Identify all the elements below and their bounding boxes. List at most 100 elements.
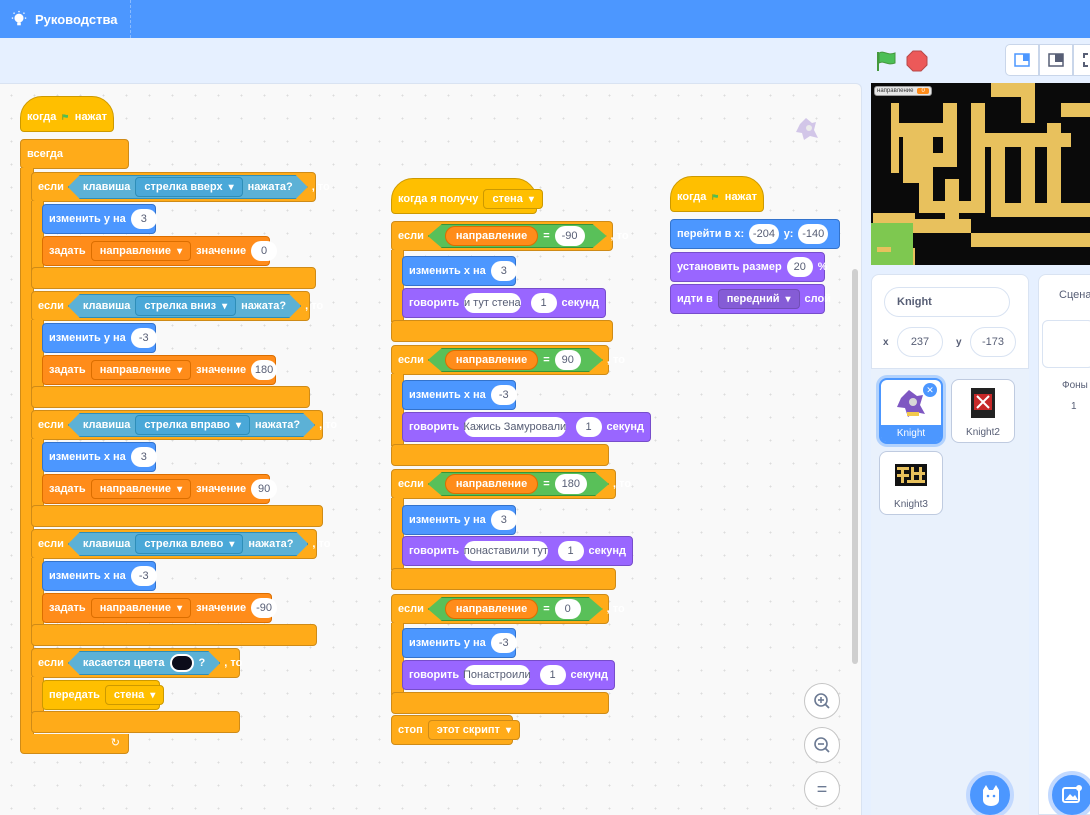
stage-thumbnail[interactable] [1042,320,1090,368]
zoom-in-button[interactable] [804,683,840,719]
equals-operator[interactable]: направление = 0 [428,597,603,621]
broadcast-block[interactable]: передать стена [42,680,165,710]
set-variable-block[interactable]: задать направление значение 180 [42,355,278,385]
small-stage-button[interactable] [1005,44,1039,76]
say-for-secs-block[interactable]: говорить Понастроили 1 секунд [402,660,615,690]
choose-backdrop-button[interactable] [1048,771,1090,815]
change-y-block[interactable]: изменить y на 3 [42,204,157,234]
message-dropdown[interactable]: стена [104,685,165,705]
variable-reporter[interactable]: направление [445,599,538,619]
number-input[interactable]: -3 [490,385,517,405]
stop-block[interactable]: стоп этот скрипт [391,715,520,745]
change-x-block[interactable]: изменить x на 3 [402,256,517,286]
value-input[interactable]: 180 [251,360,278,380]
if-key-up-block[interactable]: если клавиша стрелка вверх нажата? , то [31,172,330,202]
if-key-left-block[interactable]: если клавиша стрелка влево нажата? , то [31,529,331,559]
zoom-reset-button[interactable]: = [804,771,840,807]
key-dropdown[interactable]: стрелка вправо [135,415,250,435]
key-pressed-condition[interactable]: клавиша стрелка вниз нажата? [68,294,301,318]
sprite-thumbnail[interactable]: ✕ Knight [879,378,943,444]
fullscreen-button[interactable] [1073,44,1090,76]
code-vertical-scrollbar[interactable] [852,269,858,664]
color-swatch[interactable] [170,654,194,672]
number-input[interactable]: 3 [130,209,157,229]
touching-color-condition[interactable]: касается цвета ? [68,651,220,675]
number-input[interactable]: 3 [490,261,517,281]
key-dropdown[interactable]: стрелка вверх [135,177,242,197]
value-input[interactable]: 90 [251,479,278,499]
change-x-block[interactable]: изменить x на -3 [42,561,157,591]
number-input[interactable]: 3 [490,510,517,530]
normal-stage-button[interactable] [1039,44,1073,76]
stage-canvas[interactable]: направление 0 [871,83,1090,265]
if-touching-color-block[interactable]: если касается цвета ? , то [31,648,242,678]
when-flag-clicked-block[interactable]: когда нажат [20,96,114,132]
variable-reporter[interactable]: направление [445,474,538,494]
secs-input[interactable]: 1 [539,665,566,685]
number-input[interactable]: -3 [130,566,157,586]
sprite-x-input[interactable]: 237 [897,327,943,357]
change-y-block[interactable]: изменить y на -3 [402,628,517,658]
message-dropdown[interactable]: стена [483,189,543,209]
choose-sprite-button[interactable] [966,771,1014,815]
change-y-block[interactable]: изменить y на 3 [402,505,517,535]
say-text-input[interactable]: понаставили тут [464,541,548,561]
say-for-secs-block[interactable]: говорить Кажись Замуровали 1 секунд [402,412,651,442]
if-direction-block[interactable]: если направление = 0 , то [391,594,625,624]
code-area[interactable]: когда нажат всегда ↻ если клавиша стрелк… [0,83,862,815]
if-direction-block[interactable]: если направление = 180 , то [391,469,631,499]
sprite-thumbnail[interactable]: Knight3 [879,451,943,515]
sprite-thumbnail[interactable]: Knight2 [951,379,1015,443]
variable-monitor[interactable]: направление 0 [874,86,932,96]
variable-reporter[interactable]: направление [445,350,538,370]
variable-reporter[interactable]: направление [445,226,538,246]
stop-option-dropdown[interactable]: этот скрипт [427,720,520,740]
zoom-out-button[interactable] [804,727,840,763]
value-input[interactable]: -90 [251,598,278,618]
set-variable-block[interactable]: задать направление значение 0 [42,236,278,266]
if-key-right-block[interactable]: если клавиша стрелка вправо нажата? , то [31,410,337,440]
secs-input[interactable]: 1 [530,293,557,313]
say-text-input[interactable]: и тут стена [464,293,521,313]
number-input[interactable]: -3 [130,328,157,348]
set-size-block[interactable]: установить размер 20 % [670,252,827,282]
key-pressed-condition[interactable]: клавиша стрелка вправо нажата? [68,413,315,437]
say-text-input[interactable]: Понастроили [463,665,531,685]
key-pressed-condition[interactable]: клавиша стрелка вверх нажата? [68,175,308,199]
key-dropdown[interactable]: стрелка влево [135,534,243,554]
sprite-y-input[interactable]: -173 [970,327,1016,357]
value-input[interactable]: 90 [555,350,581,370]
layer-dropdown[interactable]: передний [717,289,800,309]
when-i-receive-block[interactable]: когда я получу стена [391,178,543,214]
equals-operator[interactable]: направление = -90 [428,224,607,248]
equals-operator[interactable]: направление = 90 [428,348,603,372]
key-dropdown[interactable]: стрелка вниз [135,296,236,316]
if-direction-block[interactable]: если направление = -90 , то [391,221,629,251]
when-flag-clicked-block[interactable]: когда нажат [670,176,764,212]
variable-dropdown[interactable]: направление [90,241,192,261]
say-for-secs-block[interactable]: говорить понаставили тут 1 секунд [402,536,633,566]
set-variable-block[interactable]: задать направление значение 90 [42,474,278,504]
sprite-name-input[interactable]: Knight [884,287,1010,317]
say-for-secs-block[interactable]: говорить и тут стена 1 секунд [402,288,606,318]
value-input[interactable]: 180 [555,474,587,494]
go-to-layer-block[interactable]: идти в передний слой [670,284,831,314]
forever-block[interactable]: всегда [20,139,129,169]
number-input[interactable]: -3 [490,633,517,653]
key-pressed-condition[interactable]: клавиша стрелка влево нажата? [68,532,309,556]
delete-sprite-icon[interactable]: ✕ [923,383,937,397]
x-input[interactable]: -204 [749,224,779,244]
guides-button[interactable]: Руководства [10,0,131,38]
change-x-block[interactable]: изменить x на 3 [42,442,157,472]
secs-input[interactable]: 1 [575,417,602,437]
y-input[interactable]: -140 [798,224,828,244]
variable-dropdown[interactable]: направление [90,598,192,618]
change-x-block[interactable]: изменить x на -3 [402,380,517,410]
if-direction-block[interactable]: если направление = 90 , то [391,345,625,375]
set-variable-block[interactable]: задать направление значение -90 [42,593,278,623]
variable-dropdown[interactable]: направление [90,479,192,499]
number-input[interactable]: 3 [130,447,157,467]
stop-icon[interactable] [906,50,928,72]
change-y-block[interactable]: изменить y на -3 [42,323,157,353]
variable-dropdown[interactable]: направление [90,360,192,380]
